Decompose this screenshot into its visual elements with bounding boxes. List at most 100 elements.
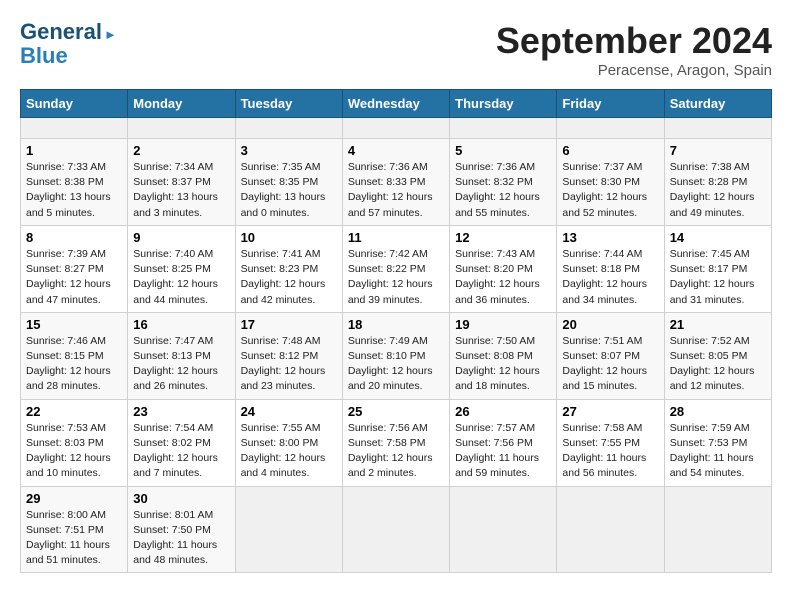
- day-info: Sunrise: 7:50 AMSunset: 8:08 PMDaylight:…: [455, 334, 551, 395]
- table-row: [235, 118, 342, 139]
- day-info: Sunrise: 7:44 AMSunset: 8:18 PMDaylight:…: [562, 247, 658, 308]
- table-row: [450, 118, 557, 139]
- day-info: Sunrise: 7:39 AMSunset: 8:27 PMDaylight:…: [26, 247, 122, 308]
- table-row: 22 Sunrise: 7:53 AMSunset: 8:03 PMDaylig…: [21, 399, 128, 486]
- day-number: 20: [562, 317, 658, 332]
- table-row: 18 Sunrise: 7:49 AMSunset: 8:10 PMDaylig…: [342, 312, 449, 399]
- table-row: 10 Sunrise: 7:41 AMSunset: 8:23 PMDaylig…: [235, 225, 342, 312]
- calendar-week-row: 8 Sunrise: 7:39 AMSunset: 8:27 PMDayligh…: [21, 225, 772, 312]
- day-info: Sunrise: 8:01 AMSunset: 7:50 PMDaylight:…: [133, 508, 229, 569]
- day-info: Sunrise: 7:36 AMSunset: 8:33 PMDaylight:…: [348, 160, 444, 221]
- table-row: [342, 118, 449, 139]
- table-row: 3 Sunrise: 7:35 AMSunset: 8:35 PMDayligh…: [235, 139, 342, 226]
- day-number: 1: [26, 143, 122, 158]
- day-number: 5: [455, 143, 551, 158]
- day-number: 2: [133, 143, 229, 158]
- page-header: General► Blue September 2024 Peracense, …: [20, 20, 772, 79]
- day-info: Sunrise: 7:37 AMSunset: 8:30 PMDaylight:…: [562, 160, 658, 221]
- day-number: 28: [670, 404, 766, 419]
- day-info: Sunrise: 7:47 AMSunset: 8:13 PMDaylight:…: [133, 334, 229, 395]
- table-row: 8 Sunrise: 7:39 AMSunset: 8:27 PMDayligh…: [21, 225, 128, 312]
- table-row: 16 Sunrise: 7:47 AMSunset: 8:13 PMDaylig…: [128, 312, 235, 399]
- table-row: 29 Sunrise: 8:00 AMSunset: 7:51 PMDaylig…: [21, 486, 128, 573]
- col-thursday: Thursday: [450, 90, 557, 118]
- day-number: 22: [26, 404, 122, 419]
- day-number: 23: [133, 404, 229, 419]
- day-info: Sunrise: 7:33 AMSunset: 8:38 PMDaylight:…: [26, 160, 122, 221]
- table-row: [450, 486, 557, 573]
- day-number: 10: [241, 230, 337, 245]
- day-info: Sunrise: 7:49 AMSunset: 8:10 PMDaylight:…: [348, 334, 444, 395]
- day-info: Sunrise: 7:53 AMSunset: 8:03 PMDaylight:…: [26, 421, 122, 482]
- table-row: 15 Sunrise: 7:46 AMSunset: 8:15 PMDaylig…: [21, 312, 128, 399]
- calendar-week-row: 15 Sunrise: 7:46 AMSunset: 8:15 PMDaylig…: [21, 312, 772, 399]
- logo: General► Blue: [20, 20, 117, 68]
- table-row: 9 Sunrise: 7:40 AMSunset: 8:25 PMDayligh…: [128, 225, 235, 312]
- col-sunday: Sunday: [21, 90, 128, 118]
- table-row: 12 Sunrise: 7:43 AMSunset: 8:20 PMDaylig…: [450, 225, 557, 312]
- day-info: Sunrise: 7:34 AMSunset: 8:37 PMDaylight:…: [133, 160, 229, 221]
- logo-general: General: [20, 19, 102, 44]
- day-info: Sunrise: 7:54 AMSunset: 8:02 PMDaylight:…: [133, 421, 229, 482]
- table-row: 4 Sunrise: 7:36 AMSunset: 8:33 PMDayligh…: [342, 139, 449, 226]
- table-row: [342, 486, 449, 573]
- day-info: Sunrise: 7:38 AMSunset: 8:28 PMDaylight:…: [670, 160, 766, 221]
- day-number: 16: [133, 317, 229, 332]
- day-number: 11: [348, 230, 444, 245]
- day-number: 24: [241, 404, 337, 419]
- day-number: 21: [670, 317, 766, 332]
- day-info: Sunrise: 7:58 AMSunset: 7:55 PMDaylight:…: [562, 421, 658, 482]
- table-row: 11 Sunrise: 7:42 AMSunset: 8:22 PMDaylig…: [342, 225, 449, 312]
- logo-blue: Blue: [20, 43, 68, 68]
- month-title: September 2024: [496, 20, 772, 62]
- table-row: [664, 486, 771, 573]
- title-block: September 2024 Peracense, Aragon, Spain: [496, 20, 772, 79]
- day-number: 26: [455, 404, 551, 419]
- day-number: 4: [348, 143, 444, 158]
- table-row: 17 Sunrise: 7:48 AMSunset: 8:12 PMDaylig…: [235, 312, 342, 399]
- calendar-header-row: Sunday Monday Tuesday Wednesday Thursday…: [21, 90, 772, 118]
- day-number: 6: [562, 143, 658, 158]
- table-row: [557, 118, 664, 139]
- day-info: Sunrise: 7:35 AMSunset: 8:35 PMDaylight:…: [241, 160, 337, 221]
- day-number: 9: [133, 230, 229, 245]
- day-info: Sunrise: 7:55 AMSunset: 8:00 PMDaylight:…: [241, 421, 337, 482]
- table-row: 27 Sunrise: 7:58 AMSunset: 7:55 PMDaylig…: [557, 399, 664, 486]
- calendar-week-row: [21, 118, 772, 139]
- day-number: 29: [26, 491, 122, 506]
- day-number: 15: [26, 317, 122, 332]
- table-row: 20 Sunrise: 7:51 AMSunset: 8:07 PMDaylig…: [557, 312, 664, 399]
- day-info: Sunrise: 7:42 AMSunset: 8:22 PMDaylight:…: [348, 247, 444, 308]
- day-info: Sunrise: 7:45 AMSunset: 8:17 PMDaylight:…: [670, 247, 766, 308]
- day-number: 3: [241, 143, 337, 158]
- table-row: 14 Sunrise: 7:45 AMSunset: 8:17 PMDaylig…: [664, 225, 771, 312]
- col-saturday: Saturday: [664, 90, 771, 118]
- day-info: Sunrise: 7:40 AMSunset: 8:25 PMDaylight:…: [133, 247, 229, 308]
- calendar-week-row: 22 Sunrise: 7:53 AMSunset: 8:03 PMDaylig…: [21, 399, 772, 486]
- day-number: 8: [26, 230, 122, 245]
- table-row: [21, 118, 128, 139]
- day-number: 14: [670, 230, 766, 245]
- table-row: 28 Sunrise: 7:59 AMSunset: 7:53 PMDaylig…: [664, 399, 771, 486]
- day-info: Sunrise: 7:46 AMSunset: 8:15 PMDaylight:…: [26, 334, 122, 395]
- day-info: Sunrise: 7:56 AMSunset: 7:58 PMDaylight:…: [348, 421, 444, 482]
- day-info: Sunrise: 7:48 AMSunset: 8:12 PMDaylight:…: [241, 334, 337, 395]
- calendar-week-row: 29 Sunrise: 8:00 AMSunset: 7:51 PMDaylig…: [21, 486, 772, 573]
- calendar-week-row: 1 Sunrise: 7:33 AMSunset: 8:38 PMDayligh…: [21, 139, 772, 226]
- table-row: 21 Sunrise: 7:52 AMSunset: 8:05 PMDaylig…: [664, 312, 771, 399]
- day-info: Sunrise: 7:52 AMSunset: 8:05 PMDaylight:…: [670, 334, 766, 395]
- day-number: 30: [133, 491, 229, 506]
- table-row: 1 Sunrise: 7:33 AMSunset: 8:38 PMDayligh…: [21, 139, 128, 226]
- day-info: Sunrise: 8:00 AMSunset: 7:51 PMDaylight:…: [26, 508, 122, 569]
- day-number: 25: [348, 404, 444, 419]
- table-row: 19 Sunrise: 7:50 AMSunset: 8:08 PMDaylig…: [450, 312, 557, 399]
- day-info: Sunrise: 7:41 AMSunset: 8:23 PMDaylight:…: [241, 247, 337, 308]
- table-row: 5 Sunrise: 7:36 AMSunset: 8:32 PMDayligh…: [450, 139, 557, 226]
- table-row: [128, 118, 235, 139]
- day-number: 27: [562, 404, 658, 419]
- table-row: 24 Sunrise: 7:55 AMSunset: 8:00 PMDaylig…: [235, 399, 342, 486]
- day-number: 13: [562, 230, 658, 245]
- day-number: 17: [241, 317, 337, 332]
- table-row: 13 Sunrise: 7:44 AMSunset: 8:18 PMDaylig…: [557, 225, 664, 312]
- calendar-table: Sunday Monday Tuesday Wednesday Thursday…: [20, 89, 772, 573]
